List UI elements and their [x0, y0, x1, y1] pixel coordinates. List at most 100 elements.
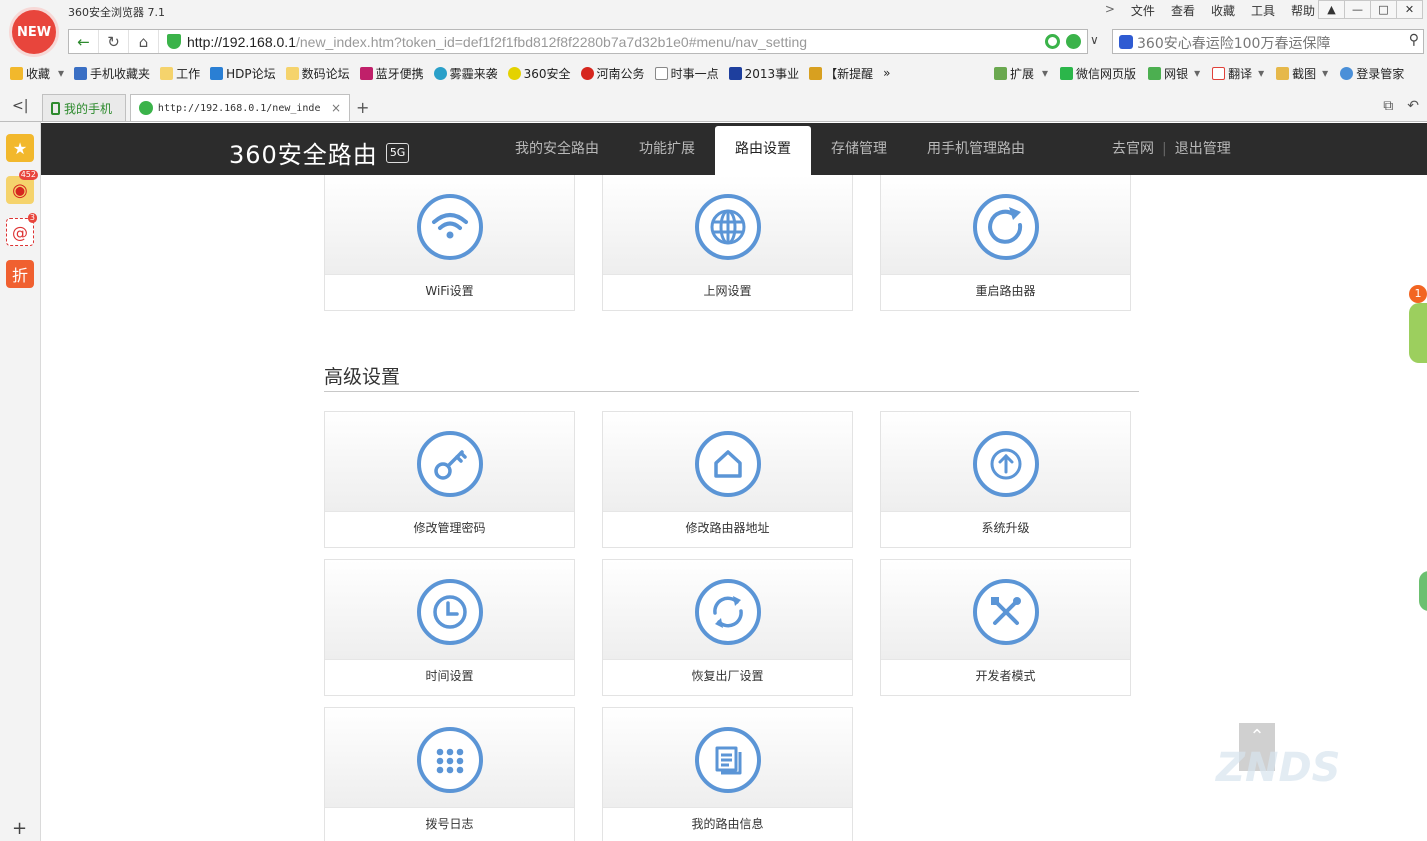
- menu-help[interactable]: 帮助: [1291, 2, 1315, 19]
- favorites-star-icon[interactable]: ★: [6, 134, 34, 162]
- search-icon[interactable]: ⚲: [1409, 32, 1419, 48]
- translate-button[interactable]: 翻译 ▾: [1212, 65, 1264, 82]
- browser-menubar: > 文件 查看 收藏 工具 帮助: [1105, 2, 1315, 19]
- mascot-icon[interactable]: [1409, 303, 1427, 363]
- card-system-upgrade[interactable]: 系统升级: [880, 411, 1131, 548]
- undo-close-icon[interactable]: ↶: [1407, 98, 1419, 114]
- close-tab-icon[interactable]: ×: [331, 101, 341, 115]
- url-host: http://192.168.0.1: [187, 34, 296, 50]
- tab-tools: ⧉ ↶: [1383, 98, 1419, 114]
- site-icon: [507, 66, 521, 80]
- bookmark-item[interactable]: 【新提醒: [809, 65, 873, 82]
- browser-title: 360安全浏览器 7.1: [68, 6, 165, 19]
- restart-icon: [973, 194, 1039, 260]
- extensions-button[interactable]: 扩展 ▾: [994, 65, 1048, 82]
- weibo-badge: 452: [18, 170, 38, 180]
- watermark-logo: ZNDS: [1216, 745, 1341, 791]
- favicon-icon: [139, 101, 153, 115]
- nav-mobile-manage[interactable]: 用手机管理路由: [907, 123, 1045, 175]
- skin-icon[interactable]: ▲: [1318, 0, 1345, 19]
- bookmark-item[interactable]: 工作: [160, 65, 200, 82]
- card-wifi-settings[interactable]: WiFi设置: [324, 175, 575, 311]
- back-arrow-icon[interactable]: ←: [69, 30, 99, 53]
- bookmark-item[interactable]: 2013事业: [728, 65, 799, 82]
- sidebar-toggle-icon[interactable]: <|: [12, 98, 28, 114]
- more-bookmarks-icon[interactable]: »: [883, 66, 890, 80]
- bookmark-item[interactable]: 蓝牙便携: [359, 65, 424, 82]
- bookmark-item[interactable]: 数码论坛: [285, 65, 350, 82]
- wifi-icon: [417, 194, 483, 260]
- page-icon: [654, 66, 668, 80]
- dialpad-icon: [417, 727, 483, 793]
- shield-icon: [1148, 66, 1162, 80]
- menu-tools[interactable]: 工具: [1251, 2, 1275, 19]
- minimize-button[interactable]: —: [1344, 0, 1371, 19]
- reset-icon: [695, 579, 761, 645]
- menu-file[interactable]: 文件: [1131, 2, 1155, 19]
- refresh-icon[interactable]: ↻: [99, 30, 129, 53]
- logout-link[interactable]: 退出管理: [1175, 123, 1231, 175]
- mail-icon[interactable]: @ 3: [6, 213, 37, 246]
- card-factory-reset[interactable]: 恢复出厂设置: [602, 559, 853, 696]
- card-developer-mode[interactable]: 开发者模式: [880, 559, 1131, 696]
- bookmark-item[interactable]: 时事一点: [654, 65, 719, 82]
- compat-mode-icon[interactable]: [1066, 34, 1081, 49]
- add-sidebar-icon[interactable]: +: [12, 818, 27, 839]
- phone-icon: [51, 101, 60, 115]
- nav-extensions[interactable]: 功能扩展: [619, 123, 715, 175]
- maximize-button[interactable]: □: [1370, 0, 1397, 19]
- bookmark-item[interactable]: HDP论坛: [210, 65, 276, 82]
- menu-favorites[interactable]: 收藏: [1211, 2, 1235, 19]
- sale-icon[interactable]: 折: [6, 260, 34, 288]
- notification-badge[interactable]: 1: [1409, 285, 1427, 303]
- card-restart-router[interactable]: 重启路由器: [880, 175, 1131, 311]
- screenshot-button[interactable]: 截图 ▾: [1276, 65, 1328, 82]
- tab-my-phone[interactable]: 我的手机: [42, 94, 126, 121]
- tab-router[interactable]: http://192.168.0.1/new_inde ×: [130, 94, 350, 121]
- home-icon[interactable]: ⌂: [129, 30, 159, 53]
- card-change-password[interactable]: 修改管理密码: [324, 411, 575, 548]
- menu-view[interactable]: 查看: [1171, 2, 1195, 19]
- nav-links: 去官网 | 退出管理: [1112, 123, 1231, 175]
- bookmark-item[interactable]: 360安全: [507, 65, 571, 82]
- chevron-right-icon[interactable]: >: [1105, 2, 1115, 19]
- nav-storage[interactable]: 存储管理: [811, 123, 907, 175]
- chevron-down-icon[interactable]: ∨: [1090, 33, 1099, 47]
- star-icon: [10, 66, 23, 80]
- baidu-paw-icon[interactable]: [1119, 35, 1133, 49]
- wechat-button[interactable]: 微信网页版: [1060, 65, 1136, 82]
- tools-icon: [973, 579, 1039, 645]
- router-brand[interactable]: 360安全路由 5G: [229, 135, 410, 170]
- search-input[interactable]: 360安心春运险100万春运保障: [1137, 33, 1330, 53]
- official-site-link[interactable]: 去官网: [1112, 123, 1154, 175]
- bookmark-item[interactable]: 河南公务: [580, 65, 645, 82]
- address-bar[interactable]: ← ↻ ⌂ http://192.168.0.1/new_index.htm?t…: [68, 29, 1088, 54]
- bookmark-item[interactable]: 手机收藏夹: [74, 65, 150, 82]
- section-title-advanced: 高级设置: [324, 366, 401, 388]
- clock-icon: [417, 579, 483, 645]
- login-manager-button[interactable]: 登录管家: [1340, 65, 1404, 82]
- tab-bar: <| 我的手机 http://192.168.0.1/new_inde × + …: [0, 92, 1427, 122]
- card-router-info[interactable]: 我的路由信息: [602, 707, 853, 841]
- card-time-settings[interactable]: 时间设置: [324, 559, 575, 696]
- bank-button[interactable]: 网银 ▾: [1148, 65, 1200, 82]
- new-tab-button[interactable]: +: [356, 98, 369, 117]
- speedup-icon[interactable]: [1045, 34, 1060, 49]
- bookmark-item[interactable]: 收藏 ▾: [10, 65, 64, 82]
- toolbar-extensions: 扩展 ▾ 微信网页版 网银 ▾ 翻译 ▾ 截图 ▾ 登录管家: [994, 63, 1416, 83]
- search-box[interactable]: 360安心春运险100万春运保障 ⚲: [1112, 29, 1424, 54]
- card-change-router-address[interactable]: 修改路由器地址: [602, 411, 853, 548]
- side-widget-icon[interactable]: [1419, 571, 1427, 611]
- close-button[interactable]: ✕: [1396, 0, 1423, 19]
- card-internet-settings[interactable]: 上网设置: [602, 175, 853, 311]
- window-controls: ▲ — □ ✕: [1318, 0, 1423, 19]
- url-text[interactable]: http://192.168.0.1/new_index.htm?token_i…: [187, 34, 807, 50]
- browser-logo[interactable]: NEW: [9, 7, 59, 57]
- bookmark-item[interactable]: 雾霾来袭: [433, 65, 498, 82]
- restore-tabs-icon[interactable]: ⧉: [1383, 98, 1393, 114]
- security-shield-icon[interactable]: [167, 34, 181, 49]
- weibo-icon[interactable]: ◉ 452: [6, 170, 38, 204]
- nav-router-settings[interactable]: 路由设置: [715, 126, 811, 175]
- card-dialup-log[interactable]: 拨号日志: [324, 707, 575, 841]
- nav-my-router[interactable]: 我的安全路由: [495, 123, 619, 175]
